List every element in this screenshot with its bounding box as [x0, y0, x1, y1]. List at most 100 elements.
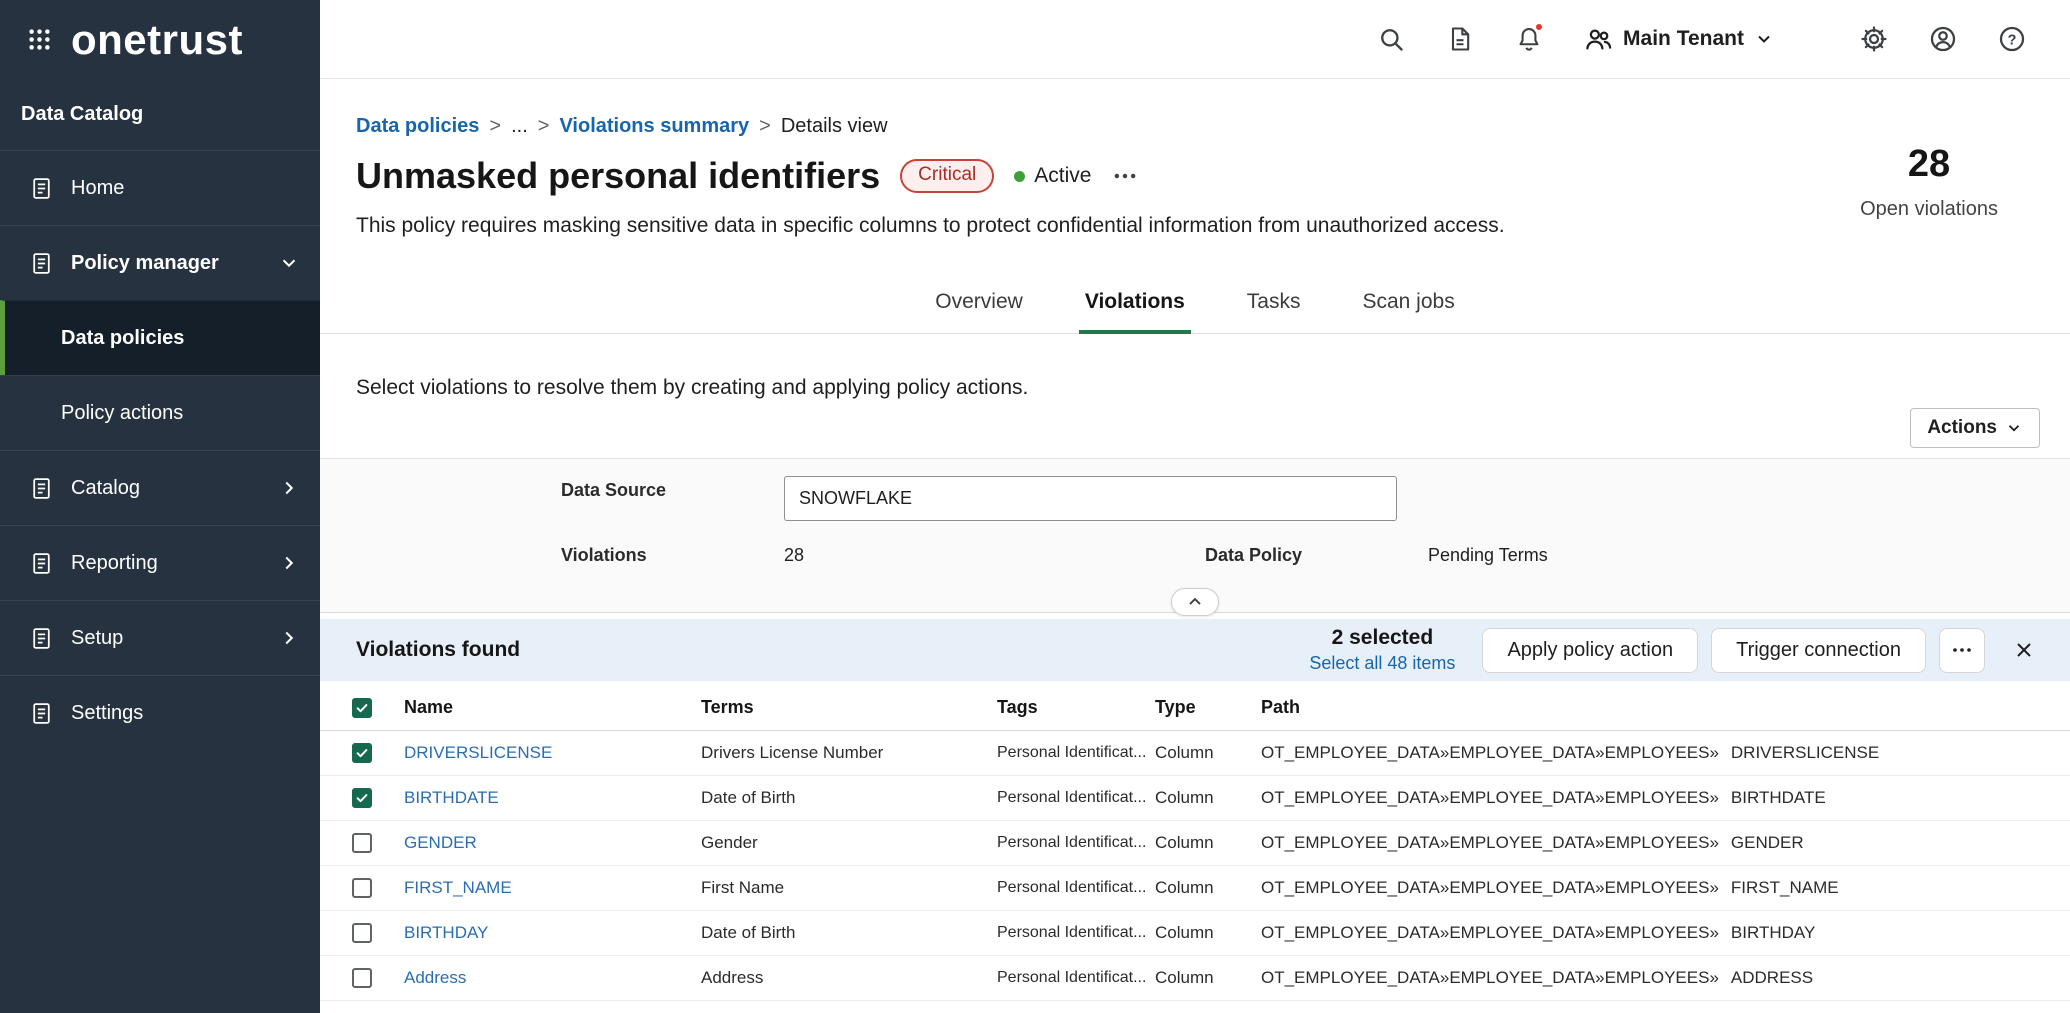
logo-row: onetrust — [0, 0, 320, 79]
column-header-type[interactable]: Type — [1155, 697, 1261, 718]
help-icon[interactable]: ? — [1988, 15, 2036, 63]
table-row: FIRST_NAME First Name Personal Identific… — [320, 866, 2070, 911]
breadcrumb-violations-summary[interactable]: Violations summary — [559, 115, 749, 138]
row-tags: Personal Identificat... — [997, 789, 1155, 807]
column-header-tags[interactable]: Tags — [997, 697, 1155, 718]
breadcrumb-separator: > — [759, 115, 771, 138]
search-icon[interactable] — [1367, 15, 1415, 63]
active-dot-icon — [1014, 171, 1025, 182]
row-type: Column — [1155, 788, 1261, 808]
row-type: Column — [1155, 878, 1261, 898]
row-path: OT_EMPLOYEE_DATA»EMPLOYEE_DATA»EMPLOYEES… — [1261, 923, 2070, 943]
more-options-icon[interactable] — [1111, 162, 1139, 190]
row-checkbox[interactable] — [352, 788, 372, 808]
document-icon — [29, 626, 54, 651]
row-terms: Date of Birth — [701, 923, 997, 943]
selection-summary: 2 selected Select all 48 items — [1309, 626, 1455, 674]
row-name-link[interactable]: Address — [404, 968, 701, 988]
data-policy-value: Pending Terms — [1428, 545, 1548, 566]
breadcrumb: Data policies > ... > Violations summary… — [356, 115, 1998, 138]
row-checkbox[interactable] — [352, 923, 372, 943]
data-source-input[interactable] — [784, 476, 1397, 521]
breadcrumb-collapsed[interactable]: ... — [511, 115, 528, 138]
data-source-label: Data Source — [561, 480, 666, 501]
row-path: OT_EMPLOYEE_DATA»EMPLOYEE_DATA»EMPLOYEES… — [1261, 788, 2070, 808]
document-icon[interactable] — [1436, 15, 1484, 63]
sidebar-item-data-policies[interactable]: Data policies — [0, 300, 320, 375]
column-header-path[interactable]: Path — [1261, 697, 2070, 718]
more-options-button[interactable] — [1939, 628, 1985, 673]
row-checkbox[interactable] — [352, 743, 372, 763]
row-name-link[interactable]: BIRTHDAY — [404, 923, 701, 943]
sidebar-item-label: Reporting — [71, 552, 158, 575]
document-icon — [29, 176, 54, 201]
column-header-terms[interactable]: Terms — [701, 697, 997, 718]
tab-scan-jobs[interactable]: Scan jobs — [1356, 290, 1460, 334]
row-terms: Address — [701, 968, 997, 988]
app-grid-icon[interactable] — [26, 26, 53, 53]
actions-button-label: Actions — [1927, 417, 1997, 439]
row-tags: Personal Identificat... — [997, 744, 1155, 762]
document-icon — [29, 551, 54, 576]
actions-row: Select violations to resolve them by cre… — [320, 334, 2070, 458]
row-path: OT_EMPLOYEE_DATA»EMPLOYEE_DATA»EMPLOYEES… — [1261, 968, 2070, 988]
tab-violations[interactable]: Violations — [1079, 290, 1191, 334]
sidebar-item-label: Policy manager — [71, 252, 219, 275]
sidebar-item-policy-manager[interactable]: Policy manager — [0, 225, 320, 300]
severity-badge: Critical — [900, 159, 994, 194]
row-name-link[interactable]: GENDER — [404, 833, 701, 853]
column-header-name[interactable]: Name — [404, 697, 701, 718]
row-tags: Personal Identificat... — [997, 924, 1155, 942]
violations-count-label: Violations — [561, 545, 647, 566]
sidebar-item-home[interactable]: Home — [0, 150, 320, 225]
breadcrumb-data-policies[interactable]: Data policies — [356, 115, 479, 138]
sidebar-item-label: Catalog — [71, 477, 140, 500]
row-terms: Date of Birth — [701, 788, 997, 808]
table-row: BIRTHDAY Date of Birth Personal Identifi… — [320, 911, 2070, 956]
row-tags: Personal Identificat... — [997, 879, 1155, 897]
sidebar-item-label: Home — [71, 177, 124, 200]
sidebar-item-setup[interactable]: Setup — [0, 600, 320, 675]
topbar: Main Tenant ? — [320, 0, 2070, 79]
open-violations-stat: 28 Open violations — [1860, 142, 1998, 221]
account-icon[interactable] — [1919, 15, 1967, 63]
apply-policy-action-button[interactable]: Apply policy action — [1482, 628, 1698, 673]
row-name-link[interactable]: DRIVERSLICENSE — [404, 743, 701, 763]
row-checkbox[interactable] — [352, 968, 372, 988]
row-tags: Personal Identificat... — [997, 969, 1155, 987]
violations-table: Name Terms Tags Type Path DRIVERSLICENSE… — [320, 685, 2070, 1001]
open-violations-label: Open violations — [1860, 198, 1998, 221]
select-all-checkbox[interactable] — [352, 698, 372, 718]
table-row: BIRTHDATE Date of Birth Personal Identif… — [320, 776, 2070, 821]
row-checkbox[interactable] — [352, 878, 372, 898]
select-all-link[interactable]: Select all 48 items — [1309, 653, 1455, 674]
sidebar-item-catalog[interactable]: Catalog — [0, 450, 320, 525]
close-icon[interactable] — [2012, 638, 2036, 662]
row-type: Column — [1155, 923, 1261, 943]
tabs: Overview Violations Tasks Scan jobs — [320, 260, 2070, 334]
tab-overview[interactable]: Overview — [929, 290, 1029, 334]
tenant-selector[interactable]: Main Tenant — [1583, 24, 1774, 54]
document-icon — [29, 476, 54, 501]
collapse-filters-button[interactable] — [1171, 588, 1219, 616]
trigger-connection-button[interactable]: Trigger connection — [1711, 628, 1926, 673]
breadcrumb-separator: > — [538, 115, 550, 138]
row-checkbox[interactable] — [352, 833, 372, 853]
row-path: OT_EMPLOYEE_DATA»EMPLOYEE_DATA»EMPLOYEES… — [1261, 743, 2070, 763]
actions-button[interactable]: Actions — [1910, 408, 2040, 448]
chevron-down-icon — [2005, 419, 2023, 437]
bell-icon[interactable] — [1505, 15, 1553, 63]
row-name-link[interactable]: FIRST_NAME — [404, 878, 701, 898]
chevron-right-icon — [278, 552, 300, 574]
row-type: Column — [1155, 743, 1261, 763]
row-path: OT_EMPLOYEE_DATA»EMPLOYEE_DATA»EMPLOYEES… — [1261, 878, 2070, 898]
selection-toolbar: Violations found 2 selected Select all 4… — [320, 619, 2070, 681]
product-label: Data Catalog — [0, 79, 320, 150]
tab-tasks[interactable]: Tasks — [1241, 290, 1307, 334]
chevron-up-icon — [1185, 592, 1205, 612]
row-name-link[interactable]: BIRTHDATE — [404, 788, 701, 808]
sidebar-item-settings[interactable]: Settings — [0, 675, 320, 750]
sidebar-item-reporting[interactable]: Reporting — [0, 525, 320, 600]
gear-icon[interactable] — [1850, 15, 1898, 63]
sidebar-item-policy-actions[interactable]: Policy actions — [0, 375, 320, 450]
